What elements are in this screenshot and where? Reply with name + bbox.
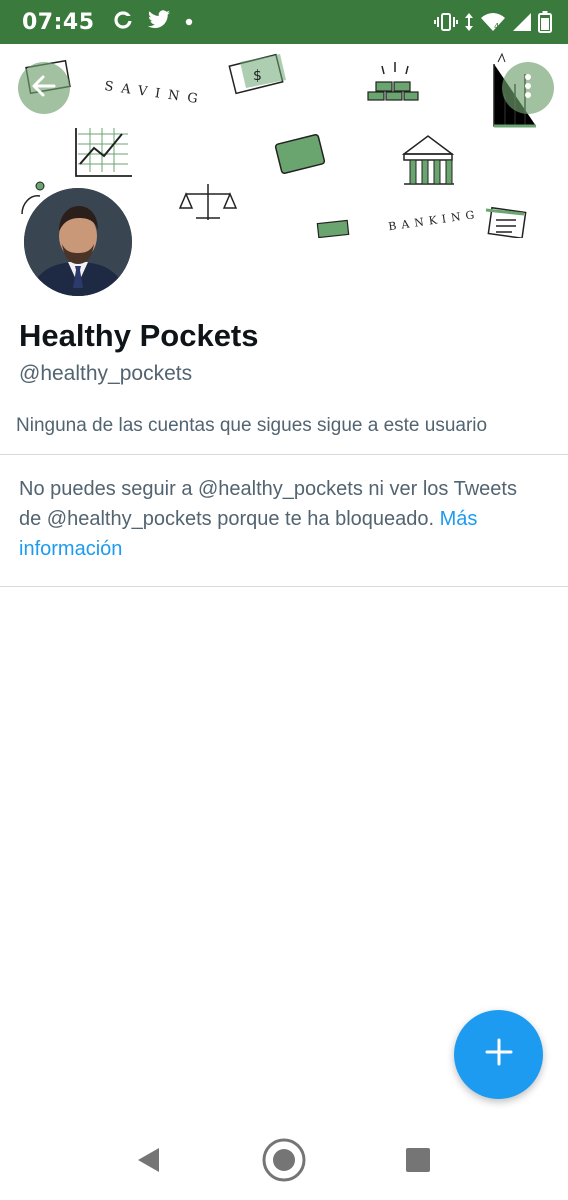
nav-back-triangle-icon (135, 1146, 161, 1179)
profile-avatar[interactable] (20, 184, 136, 300)
system-nav-bar (0, 1124, 568, 1200)
nav-home-button[interactable] (260, 1138, 308, 1186)
followers-you-know-note: Ninguna de las cuentas que sigues sigue … (16, 415, 488, 436)
blocked-message: No puedes seguir a @healthy_pockets ni v… (19, 474, 539, 564)
battery-icon (538, 11, 552, 33)
status-right-icons: 4 (434, 11, 552, 33)
status-time: 07:45 (22, 9, 95, 35)
nav-home-circle-icon (261, 1137, 307, 1188)
vibrate-icon (434, 12, 458, 32)
status-left-icons (113, 9, 193, 35)
wifi-icon: 4 (480, 12, 506, 32)
compose-tweet-button[interactable] (454, 1010, 543, 1099)
notification-dot-icon (185, 13, 193, 31)
sync-icon (113, 10, 133, 35)
svg-text:4: 4 (494, 22, 499, 31)
nav-recents-button[interactable] (394, 1138, 442, 1186)
nav-back-button[interactable] (124, 1138, 172, 1186)
signal-icon (512, 12, 532, 32)
profile-display-name: Healthy Pockets (19, 318, 259, 353)
twitter-bird-icon (147, 9, 171, 35)
arrow-left-icon (30, 72, 58, 105)
divider (0, 586, 568, 587)
data-arrows-icon (464, 12, 474, 32)
more-vertical-icon (524, 73, 532, 104)
plus-icon (484, 1037, 514, 1072)
status-bar: 07:45 4 (0, 0, 568, 44)
back-button[interactable] (18, 62, 70, 114)
profile-handle: @healthy_pockets (19, 362, 193, 385)
more-options-button[interactable] (502, 62, 554, 114)
divider (0, 454, 568, 455)
nav-recents-square-icon (405, 1147, 431, 1178)
svg-text:$: $ (253, 68, 262, 84)
avatar-photo (24, 188, 132, 296)
